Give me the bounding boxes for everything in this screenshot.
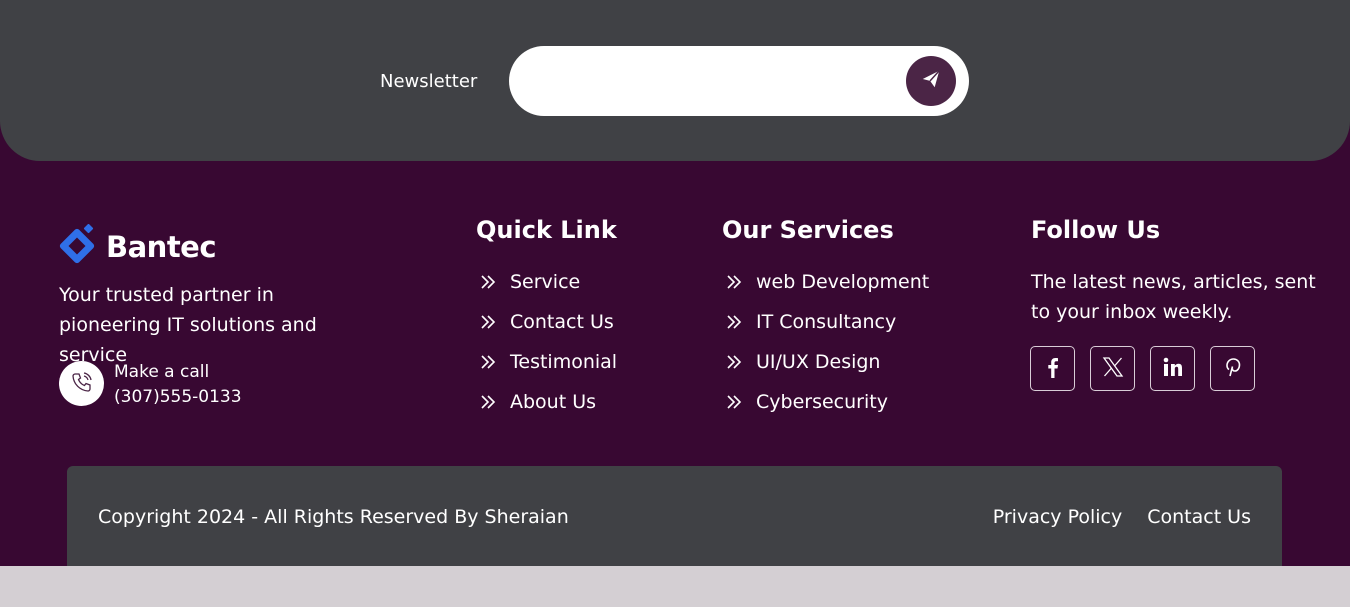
privacy-policy-link[interactable]: Privacy Policy bbox=[993, 504, 1122, 530]
phone-icon bbox=[70, 370, 94, 398]
newsletter-email-input[interactable] bbox=[533, 64, 897, 100]
link-label: Service bbox=[510, 271, 581, 293]
newsletter-form bbox=[509, 46, 969, 116]
x-twitter-icon bbox=[1102, 356, 1124, 382]
quick-link-list: Service Contact Us Testimonial About Us bbox=[480, 266, 617, 426]
brand-logo[interactable]: Bantec bbox=[58, 223, 217, 270]
double-chevron-right-icon bbox=[726, 386, 744, 418]
double-chevron-right-icon bbox=[726, 306, 744, 338]
x-twitter-link[interactable] bbox=[1090, 346, 1135, 391]
double-chevron-right-icon bbox=[480, 306, 498, 338]
double-chevron-right-icon bbox=[726, 346, 744, 378]
link-label: web Development bbox=[756, 271, 930, 293]
double-chevron-right-icon bbox=[480, 346, 498, 378]
call-label: Make a call bbox=[114, 362, 210, 382]
newsletter-label: Newsletter bbox=[380, 71, 478, 92]
services-title: Our Services bbox=[722, 216, 894, 244]
link-label: UI/UX Design bbox=[756, 351, 881, 373]
copyright-bar: Copyright 2024 - All Rights Reserved By … bbox=[67, 466, 1282, 566]
link-label: Testimonial bbox=[510, 351, 618, 373]
linkedin-link[interactable] bbox=[1150, 346, 1195, 391]
facebook-icon bbox=[1043, 356, 1063, 382]
link-label: IT Consultancy bbox=[756, 311, 897, 333]
quick-link-testimonial[interactable]: Testimonial bbox=[480, 346, 617, 386]
quick-link-title: Quick Link bbox=[476, 216, 617, 244]
service-it-consultancy[interactable]: IT Consultancy bbox=[726, 306, 929, 346]
service-web-development[interactable]: web Development bbox=[726, 266, 929, 306]
brand-tagline: Your trusted partner in pioneering IT so… bbox=[59, 284, 317, 366]
newsletter-submit-button[interactable] bbox=[906, 56, 956, 106]
pinterest-link[interactable] bbox=[1210, 346, 1255, 391]
facebook-link[interactable] bbox=[1030, 346, 1075, 391]
quick-link-service[interactable]: Service bbox=[480, 266, 617, 306]
phone-number[interactable]: (307)555-0133 bbox=[114, 386, 242, 408]
legal-links: Privacy Policy Contact Us bbox=[968, 504, 1251, 530]
follow-title: Follow Us bbox=[1031, 216, 1161, 244]
linkedin-icon bbox=[1162, 356, 1184, 382]
pinterest-icon bbox=[1222, 356, 1244, 382]
double-chevron-right-icon bbox=[480, 266, 498, 298]
link-label: Contact Us bbox=[510, 311, 614, 333]
quick-link-about-us[interactable]: About Us bbox=[480, 386, 617, 426]
social-links bbox=[1030, 346, 1270, 391]
contact-us-link[interactable]: Contact Us bbox=[1147, 504, 1251, 530]
brand-name: Bantec bbox=[106, 230, 217, 264]
diamond-logo-icon bbox=[58, 223, 96, 270]
link-label: About Us bbox=[510, 391, 597, 413]
double-chevron-right-icon bbox=[480, 386, 498, 418]
service-cybersecurity[interactable]: Cybersecurity bbox=[726, 386, 929, 426]
link-label: Cybersecurity bbox=[756, 391, 888, 413]
follow-text: The latest news, articles, sent to your … bbox=[1031, 271, 1316, 323]
paper-plane-icon bbox=[920, 68, 942, 94]
copyright-text: Copyright 2024 - All Rights Reserved By … bbox=[98, 506, 569, 528]
services-list: web Development IT Consultancy UI/UX Des… bbox=[726, 266, 929, 426]
quick-link-contact-us[interactable]: Contact Us bbox=[480, 306, 617, 346]
newsletter-section: Newsletter bbox=[0, 0, 1350, 161]
service-ui-ux-design[interactable]: UI/UX Design bbox=[726, 346, 929, 386]
double-chevron-right-icon bbox=[726, 266, 744, 298]
call-button[interactable] bbox=[59, 361, 104, 406]
